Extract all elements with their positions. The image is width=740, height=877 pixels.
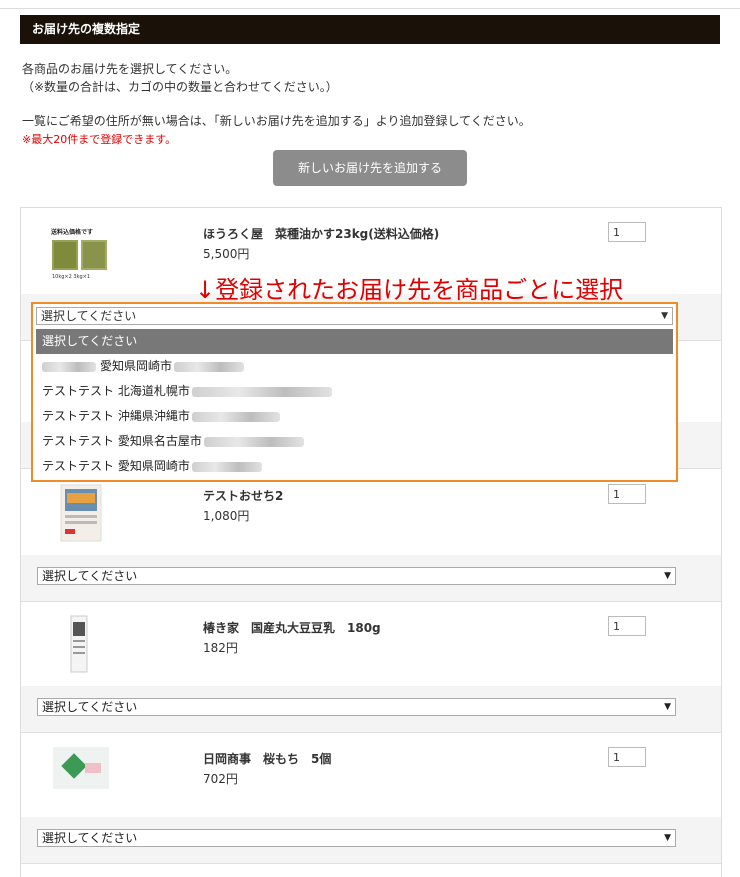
top-divider (0, 8, 740, 9)
dropdown-option[interactable]: テストテスト 愛知県岡崎市 (36, 454, 673, 479)
address-dropdown-open[interactable]: 選択してください ▼ 選択してください 愛知県岡崎市 テストテスト 北海道札幌市… (31, 302, 678, 482)
product-price: 702円 (203, 772, 238, 786)
select-value: 選択してください (42, 831, 138, 845)
product-price: 182円 (203, 641, 238, 655)
instruction-line-2: （※数量の合計は、カゴの中の数量と合わせてください。） (22, 80, 338, 94)
redacted-address (203, 436, 304, 447)
list-item: 椿き家 国産丸大豆豆乳 180g 182円 1 (21, 602, 721, 686)
dropdown-option[interactable]: テストテスト 愛知県名古屋市 (36, 429, 673, 454)
list-item: 日岡商事 桜もち 5個 702円 1 (21, 733, 721, 817)
redacted-address (174, 361, 245, 372)
select-value: 選択してください (41, 309, 137, 323)
product-name: 椿き家 国産丸大豆豆乳 180g (203, 621, 381, 635)
select-value: 選択してください (42, 700, 138, 714)
redacted-address (191, 386, 332, 397)
quantity-field[interactable]: 1 (608, 747, 646, 767)
address-select-row: 選択してください ▼ (21, 686, 721, 732)
redacted-address (191, 411, 280, 422)
dropdown-option[interactable]: 愛知県岡崎市 (36, 354, 673, 379)
address-select-row: 選択してください ▼ (21, 555, 721, 601)
address-select-row: 選択してください ▼ (21, 817, 721, 863)
instructions: 各商品のお届け先を選択してください。 （※数量の合計は、カゴの中の数量と合わせて… (22, 60, 338, 96)
instruction-line-3: 一覧にご希望の住所が無い場合は、「新しいお届け先を追加する」より追加登録してくだ… (22, 114, 531, 128)
product-image: 送料込価格です 10kg×2 3kg×1 (49, 224, 113, 282)
product-name: ほうろく屋 菜種油かす23kg(送料込価格) (203, 227, 440, 241)
product-image (59, 483, 103, 543)
address-select[interactable]: 選択してください ▼ (37, 698, 676, 716)
instruction-line-1: 各商品のお届け先を選択してください。 (22, 62, 238, 76)
chevron-down-icon: ▼ (664, 571, 671, 581)
redacted-address (191, 461, 262, 472)
address-select[interactable]: 選択してください ▼ (36, 307, 673, 325)
product-name: テストおせち2 (203, 489, 284, 503)
chevron-down-icon: ▼ (664, 702, 671, 712)
product-price: 5,500円 (203, 247, 250, 261)
section-header: お届け先の複数指定 (20, 15, 720, 44)
address-select[interactable]: 選択してください ▼ (37, 829, 676, 847)
chevron-down-icon: ▼ (664, 833, 671, 843)
product-price: 1,080円 (203, 509, 250, 523)
annotation-text: ↓登録されたお届け先を商品ごとに選択 (195, 276, 624, 304)
product-name: 日岡商事 桜もち 5個 (203, 752, 332, 766)
quantity-field[interactable]: 1 (608, 616, 646, 636)
select-value: 選択してください (42, 569, 138, 583)
chevron-down-icon: ▼ (661, 311, 668, 321)
redacted-name (42, 361, 96, 372)
thumb-sub: 10kg×2 3kg×1 (52, 274, 90, 280)
divider (21, 863, 721, 864)
dropdown-option[interactable]: テストテスト 沖縄県沖縄市 (36, 404, 673, 429)
quantity-field[interactable]: 1 (608, 484, 646, 504)
thumb-text: 送料込価格です (50, 228, 93, 236)
dropdown-option[interactable]: 選択してください (36, 329, 673, 354)
product-image (67, 614, 91, 674)
max-warning: ※最大20件まで登録できます。 (22, 133, 177, 146)
product-image (51, 743, 111, 793)
add-address-button[interactable]: 新しいお届け先を追加する (273, 150, 467, 186)
address-select[interactable]: 選択してください ▼ (37, 567, 676, 585)
dropdown-option[interactable]: テストテスト 北海道札幌市 (36, 379, 673, 404)
quantity-field[interactable]: 1 (608, 222, 646, 242)
